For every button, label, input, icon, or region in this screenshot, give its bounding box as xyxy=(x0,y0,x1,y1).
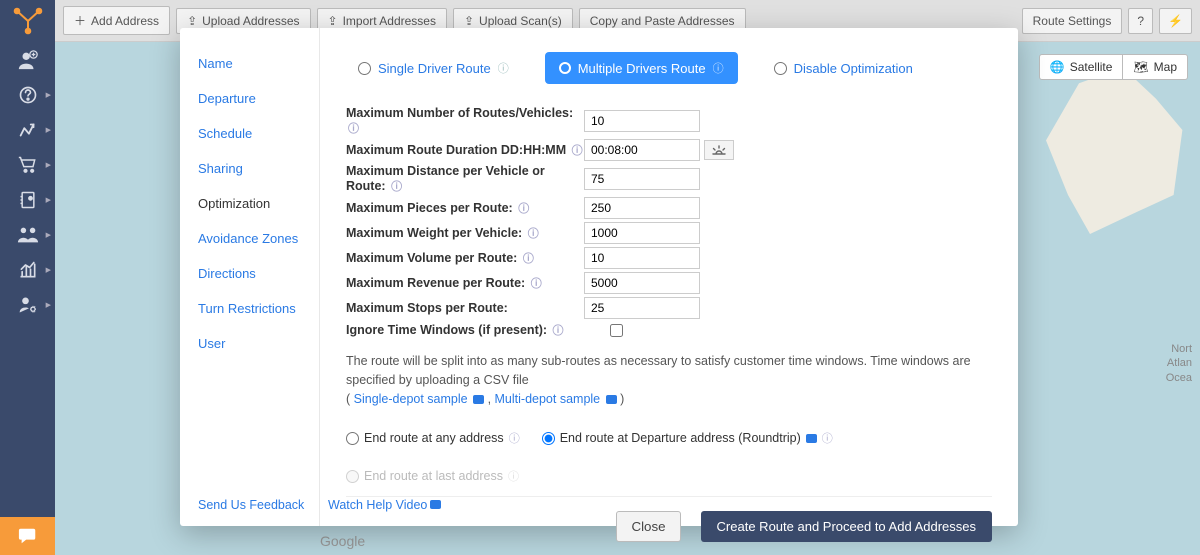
route-settings-button[interactable]: Route Settings xyxy=(1022,8,1123,34)
rail-cart[interactable]: ▶ xyxy=(0,147,55,182)
nav-sharing[interactable]: Sharing xyxy=(180,151,319,186)
modal-body: Single Driver Routeⓘ Multiple Drivers Ro… xyxy=(320,28,1018,526)
sunset-icon xyxy=(711,144,727,156)
input-max-distance[interactable] xyxy=(584,168,700,190)
end-route-radios: End route at any addressⓘ End route at D… xyxy=(346,408,992,484)
help-icon: ? xyxy=(1137,14,1144,28)
topbar-help-button[interactable]: ? xyxy=(1128,8,1153,34)
input-max-volume[interactable] xyxy=(584,247,700,269)
help-icon[interactable]: ⓘ xyxy=(498,60,509,76)
map-ocean-label: Nort Atlan Ocea xyxy=(1166,342,1192,385)
add-address-button[interactable]: ＋Add Address xyxy=(63,6,170,35)
optimization-mode-radios: Single Driver Routeⓘ Multiple Drivers Ro… xyxy=(358,52,992,84)
multi-depot-sample-link[interactable]: Multi-depot sample xyxy=(495,392,601,406)
nav-avoidance[interactable]: Avoidance Zones xyxy=(180,221,319,256)
input-max-pieces[interactable] xyxy=(584,197,700,219)
help-icon[interactable]: ⓘ xyxy=(528,228,539,240)
radio-end-departure[interactable]: End route at Departure address (Roundtri… xyxy=(542,430,833,446)
bolt-icon: ⚡ xyxy=(1168,14,1183,28)
video-icon xyxy=(806,434,817,443)
nav-directions[interactable]: Directions xyxy=(180,256,319,291)
help-icon[interactable]: ⓘ xyxy=(509,430,520,446)
input-max-stops[interactable] xyxy=(584,297,700,319)
plus-icon: ＋ xyxy=(74,12,86,29)
radio-multiple-drivers[interactable]: Multiple Drivers Routeⓘ xyxy=(545,52,738,84)
label-max-weight: Maximum Weight per Vehicle: ⓘ xyxy=(346,225,584,241)
help-icon[interactable]: ⓘ xyxy=(713,60,724,76)
app-logo xyxy=(0,0,55,42)
nav-user[interactable]: User xyxy=(180,326,319,361)
modal-sidebar: Name Departure Schedule Sharing Optimiza… xyxy=(180,28,320,526)
map-icon: 🗺 xyxy=(1133,60,1148,74)
rail-help[interactable]: ▶ xyxy=(0,77,55,112)
optimization-form: Maximum Number of Routes/Vehicles: ⓘ Max… xyxy=(346,106,992,338)
map-type-toggle: 🌐Satellite 🗺Map xyxy=(1039,54,1188,80)
map-satellite-button[interactable]: 🌐Satellite xyxy=(1039,54,1124,80)
help-icon[interactable]: ⓘ xyxy=(523,253,534,265)
label-max-revenue: Maximum Revenue per Route: ⓘ xyxy=(346,275,584,291)
globe-icon: 🌐 xyxy=(1050,60,1065,74)
help-icon[interactable]: ⓘ xyxy=(348,123,359,135)
download-icon xyxy=(606,395,617,404)
create-route-button[interactable]: Create Route and Proceed to Add Addresse… xyxy=(701,511,992,542)
input-max-weight[interactable] xyxy=(584,222,700,244)
single-depot-sample-link[interactable]: Single-depot sample xyxy=(354,392,468,406)
import-icon: ⇪ xyxy=(328,14,338,28)
radio-disable-optimization[interactable]: Disable Optimization xyxy=(774,61,913,76)
checkbox-ignore-tw[interactable] xyxy=(610,324,623,337)
help-icon[interactable]: ⓘ xyxy=(391,181,402,193)
left-rail: ▶ ▶ ▶ ▶ ▶ ▶ ▶ xyxy=(0,0,55,555)
rail-analytics[interactable]: ▶ xyxy=(0,252,55,287)
help-icon[interactable]: ⓘ xyxy=(822,430,833,446)
chat-button[interactable] xyxy=(0,517,55,555)
input-max-duration[interactable] xyxy=(584,139,700,161)
watch-help-video-link[interactable]: Watch Help Video xyxy=(328,498,441,512)
input-max-revenue[interactable] xyxy=(584,272,700,294)
route-settings-modal: Name Departure Schedule Sharing Optimiza… xyxy=(180,28,1018,526)
nav-optimization[interactable]: Optimization xyxy=(180,186,319,221)
send-feedback-link[interactable]: Send Us Feedback xyxy=(198,498,304,512)
help-icon[interactable]: ⓘ xyxy=(553,325,564,337)
download-icon xyxy=(473,395,484,404)
rail-add-user[interactable] xyxy=(0,42,55,77)
nav-turn-restrictions[interactable]: Turn Restrictions xyxy=(180,291,319,326)
upload-icon: ⇪ xyxy=(187,14,197,28)
upload-icon: ⇪ xyxy=(464,14,474,28)
rail-user-settings[interactable]: ▶ xyxy=(0,287,55,322)
rail-routes[interactable]: ▶ xyxy=(0,112,55,147)
close-button[interactable]: Close xyxy=(616,511,680,542)
radio-end-last: End route at last address ⓘ xyxy=(346,468,519,484)
radio-single-driver[interactable]: Single Driver Routeⓘ xyxy=(358,60,509,76)
rail-team[interactable]: ▶ xyxy=(0,217,55,252)
label-max-volume: Maximum Volume per Route: ⓘ xyxy=(346,250,584,266)
video-icon xyxy=(430,500,441,509)
nav-name[interactable]: Name xyxy=(180,46,319,81)
nav-schedule[interactable]: Schedule xyxy=(180,116,319,151)
description-text: The route will be split into as many sub… xyxy=(346,352,992,408)
help-icon[interactable]: ⓘ xyxy=(572,145,583,157)
duration-sunset-button[interactable] xyxy=(704,140,734,160)
input-max-routes[interactable] xyxy=(584,110,700,132)
label-max-stops: Maximum Stops per Route: xyxy=(346,301,584,315)
label-max-routes: Maximum Number of Routes/Vehicles: ⓘ xyxy=(346,106,584,136)
rail-addressbook[interactable]: ▶ xyxy=(0,182,55,217)
label-max-pieces: Maximum Pieces per Route: ⓘ xyxy=(346,200,584,216)
radio-end-any[interactable]: End route at any addressⓘ xyxy=(346,430,520,446)
nav-departure[interactable]: Departure xyxy=(180,81,319,116)
label-max-distance: Maximum Distance per Vehicle or Route: ⓘ xyxy=(346,164,584,194)
modal-footer: Close Create Route and Proceed to Add Ad… xyxy=(346,496,992,542)
help-icon[interactable]: ⓘ xyxy=(518,203,529,215)
help-icon[interactable]: ⓘ xyxy=(531,278,542,290)
label-max-duration: Maximum Route Duration DD:HH:MM ⓘ xyxy=(346,142,584,158)
topbar-bolt-button[interactable]: ⚡ xyxy=(1159,8,1192,34)
map-map-button[interactable]: 🗺Map xyxy=(1123,54,1188,80)
help-icon: ⓘ xyxy=(508,468,519,484)
label-ignore-tw: Ignore Time Windows (if present): ⓘ xyxy=(346,322,584,338)
